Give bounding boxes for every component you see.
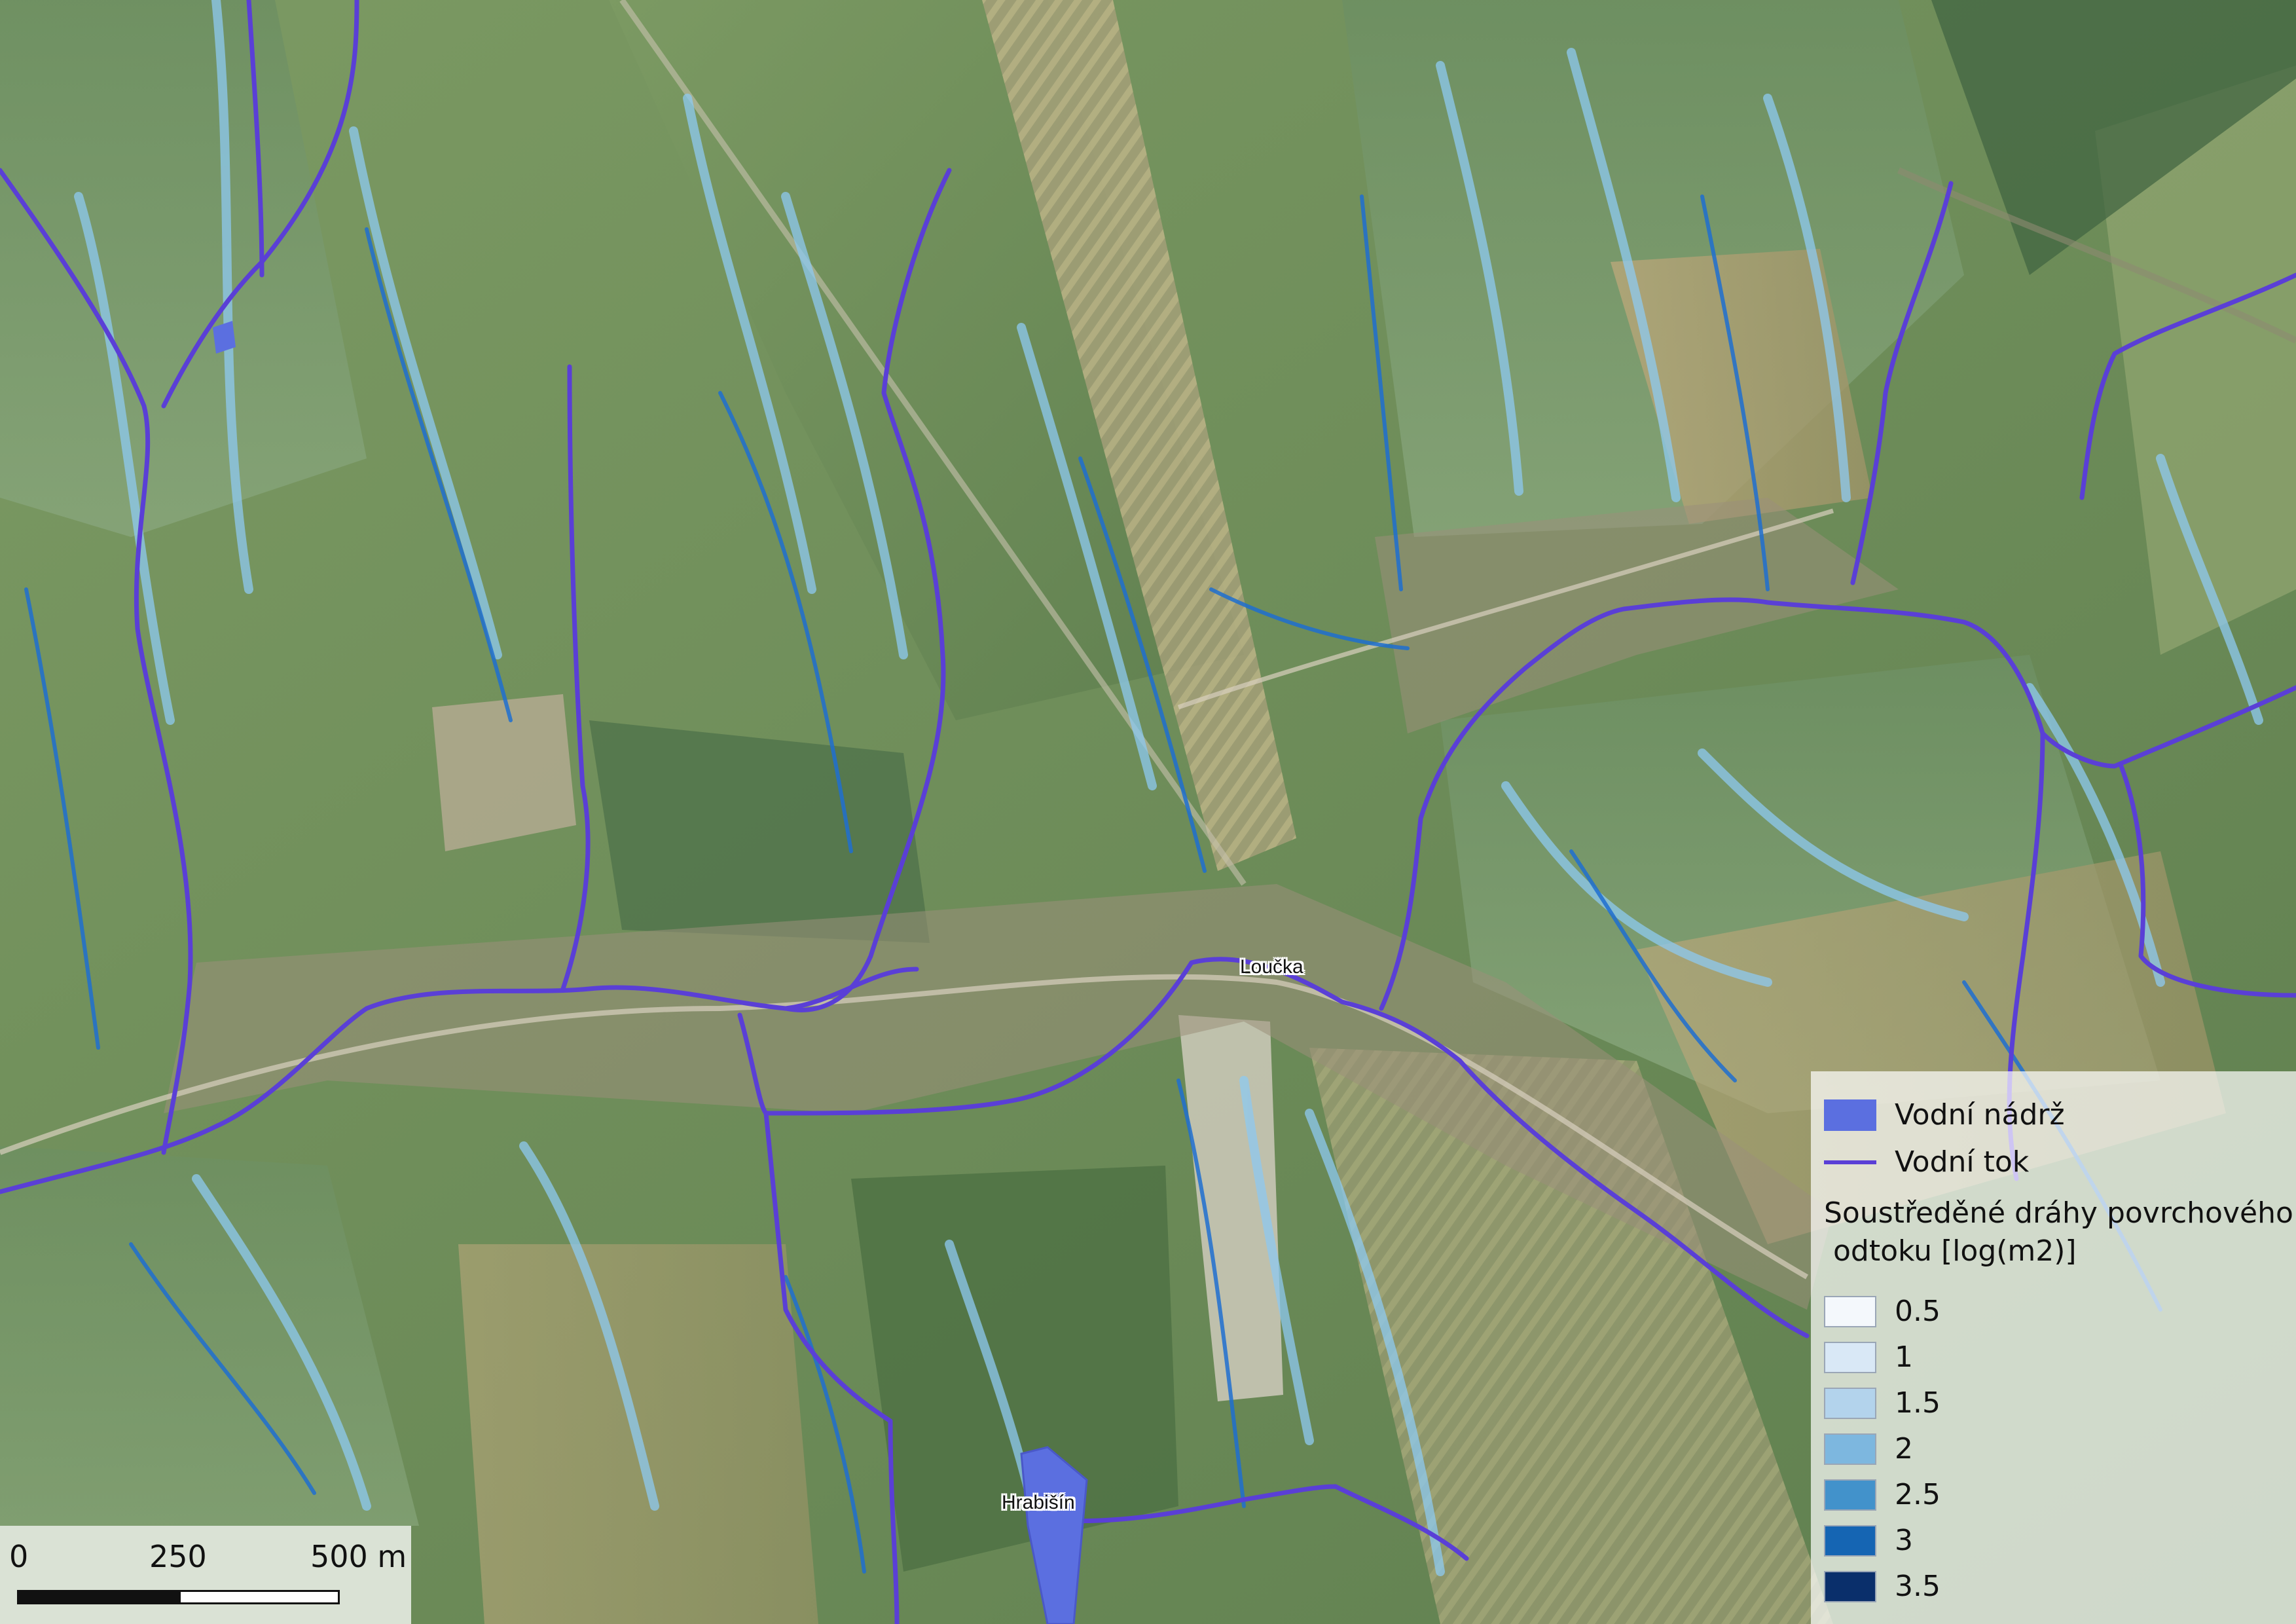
legend-class-swatch xyxy=(1824,1342,1876,1373)
legend-class-swatch xyxy=(1824,1388,1876,1419)
legend-class-label: 1.5 xyxy=(1895,1386,1941,1420)
legend-title-line2: odtoku [log(m2)] xyxy=(1824,1234,2077,1268)
legend-class-swatch xyxy=(1824,1433,1876,1465)
legend-class-row: 0.5 xyxy=(1824,1295,1941,1328)
legend-class-row: 2.5 xyxy=(1824,1479,1941,1511)
scale-segment-dark xyxy=(17,1590,181,1604)
legend-class-row: 1.5 xyxy=(1824,1387,1941,1420)
legend-class-label: 1 xyxy=(1895,1340,1913,1374)
legend-class-label: 0.5 xyxy=(1895,1295,1941,1328)
scale-label-500: 500 m xyxy=(310,1539,407,1574)
legend-class-label: 2.5 xyxy=(1895,1478,1941,1511)
forest-patch xyxy=(589,720,930,943)
place-label-hrabisin: Hrabišín xyxy=(1002,1492,1075,1513)
legend-class-swatch xyxy=(1824,1479,1876,1511)
reservoir-swatch xyxy=(1824,1099,1876,1131)
legend-label: Vodní tok xyxy=(1895,1145,2030,1179)
legend-item-reservoir: Vodní nádrž xyxy=(1824,1099,2065,1132)
scale-bar: 0 250 500 m xyxy=(0,1526,411,1624)
legend-title: Soustředěné dráhy povrchového odtoku [lo… xyxy=(1824,1194,2293,1270)
scale-label-0: 0 xyxy=(9,1539,29,1574)
legend-class-swatch xyxy=(1824,1296,1876,1327)
legend-title-line1: Soustředěné dráhy povrchového xyxy=(1824,1196,2293,1230)
scale-label-250: 250 xyxy=(149,1539,207,1574)
map-legend: Vodní nádrž Vodní tok Soustředěné dráhy … xyxy=(1811,1071,2296,1624)
legend-class-label: 3 xyxy=(1895,1524,1913,1557)
legend-class-label: 2 xyxy=(1895,1432,1913,1466)
legend-class-row: 3.5 xyxy=(1824,1570,1941,1603)
legend-class-swatch xyxy=(1824,1571,1876,1602)
legend-item-stream: Vodní tok xyxy=(1824,1146,2029,1179)
farm-complex xyxy=(432,694,576,851)
place-label-loucka: Loučka xyxy=(1240,956,1303,978)
stream-swatch xyxy=(1824,1147,1876,1178)
legend-label: Vodní nádrž xyxy=(1895,1098,2065,1132)
legend-class-row: 1 xyxy=(1824,1341,1913,1374)
scale-segment-light xyxy=(179,1590,340,1604)
legend-class-label: 3.5 xyxy=(1895,1570,1941,1603)
legend-class-swatch xyxy=(1824,1525,1876,1557)
legend-class-row: 3 xyxy=(1824,1524,1913,1557)
legend-class-row: 2 xyxy=(1824,1433,1913,1466)
